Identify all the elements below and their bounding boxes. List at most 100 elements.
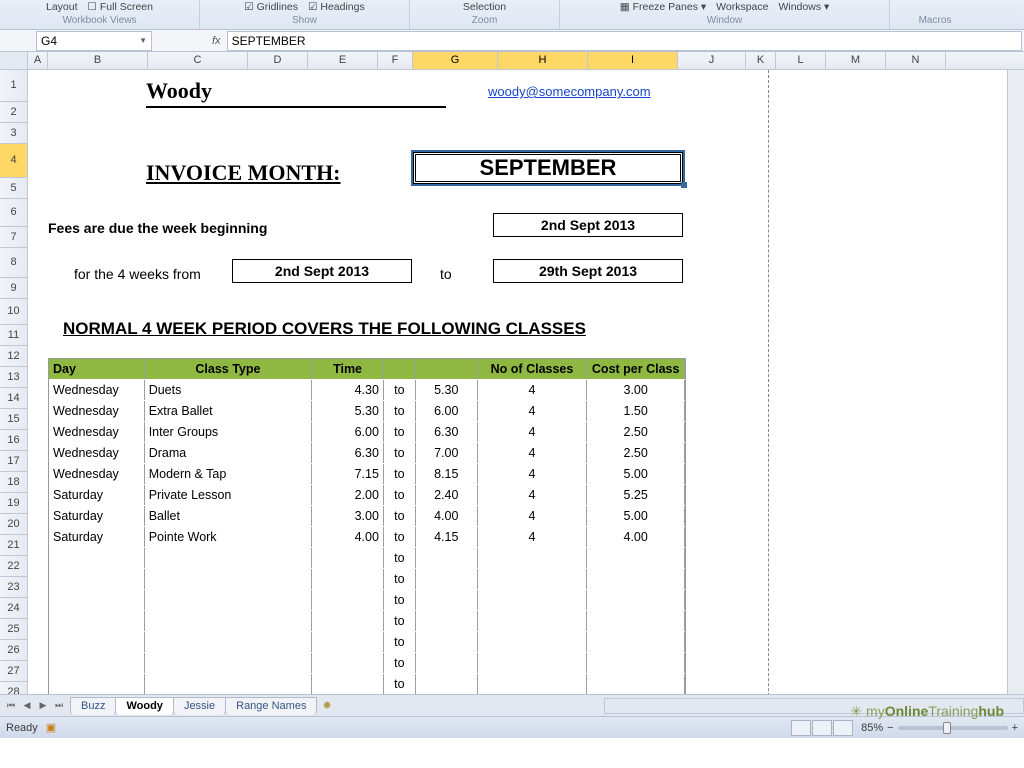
row-header[interactable]: 13 — [0, 367, 27, 388]
row-header[interactable]: 1 — [0, 70, 27, 102]
table-row[interactable]: to — [49, 589, 685, 610]
table-row[interactable]: to — [49, 652, 685, 673]
table-row[interactable]: WednesdayDuets4.30to5.3043.00 — [49, 379, 685, 400]
zoom-out-button[interactable]: − — [887, 722, 893, 734]
name-box[interactable]: G4▼ — [36, 31, 152, 51]
email-link[interactable]: woody@somecompany.com — [488, 84, 651, 99]
row-headers[interactable]: 1234567891011121314151617181920212223242… — [0, 70, 28, 716]
tab-last-icon[interactable]: ⏭ — [52, 700, 66, 711]
row-header[interactable]: 4 — [0, 144, 27, 178]
zoom-level[interactable]: 85% — [861, 722, 883, 734]
table-row[interactable]: WednesdayInter Groups6.00to6.3042.50 — [49, 421, 685, 442]
worksheet[interactable]: Woody woody@somecompany.com INVOICE MONT… — [28, 70, 1024, 716]
column-header[interactable]: G — [413, 52, 498, 69]
column-header[interactable]: M — [826, 52, 886, 69]
row-header[interactable]: 21 — [0, 535, 27, 556]
page-layout-view-button[interactable] — [812, 720, 832, 736]
vertical-scrollbar[interactable] — [1007, 70, 1024, 698]
table-row[interactable]: SaturdayPointe Work4.00to4.1544.00 — [49, 526, 685, 547]
column-header[interactable]: C — [148, 52, 248, 69]
row-header[interactable]: 12 — [0, 346, 27, 367]
row-header[interactable]: 23 — [0, 577, 27, 598]
column-header[interactable]: I — [588, 52, 678, 69]
column-header[interactable]: B — [48, 52, 148, 69]
zoom-in-button[interactable]: + — [1012, 722, 1018, 734]
chevron-down-icon[interactable]: ▼ — [139, 36, 147, 45]
new-sheet-icon[interactable]: ✸ — [322, 699, 331, 712]
sheet-tab[interactable]: Jessie — [173, 697, 226, 715]
to-date[interactable]: 29th Sept 2013 — [493, 259, 683, 283]
tab-first-icon[interactable]: ⏮ — [4, 700, 18, 711]
row-header[interactable]: 25 — [0, 619, 27, 640]
row-header[interactable]: 16 — [0, 430, 27, 451]
tab-prev-icon[interactable]: ◀ — [20, 700, 34, 711]
from-date[interactable]: 2nd Sept 2013 — [232, 259, 412, 283]
invoice-month-cell[interactable]: SEPTEMBER — [413, 152, 683, 184]
formula-input[interactable]: SEPTEMBER — [227, 31, 1022, 51]
column-header[interactable]: A — [28, 52, 48, 69]
row-header[interactable]: 3 — [0, 123, 27, 144]
headings-toggle[interactable]: ☑ Headings — [308, 1, 365, 13]
row-header[interactable]: 17 — [0, 451, 27, 472]
row-header[interactable]: 11 — [0, 325, 27, 346]
column-header[interactable]: F — [378, 52, 413, 69]
freeze-panes-button[interactable]: ▦ Freeze Panes ▾ — [620, 1, 706, 13]
zoom-control[interactable]: 85% − + — [861, 722, 1018, 734]
row-header[interactable]: 14 — [0, 388, 27, 409]
sheet-tab[interactable]: Woody — [115, 697, 173, 715]
table-row[interactable]: WednesdayDrama6.30to7.0042.50 — [49, 442, 685, 463]
normal-view-button[interactable] — [791, 720, 811, 736]
table-row[interactable]: to — [49, 631, 685, 652]
row-header[interactable]: 19 — [0, 493, 27, 514]
row-header[interactable]: 5 — [0, 178, 27, 199]
column-header[interactable]: H — [498, 52, 588, 69]
zoom-selection-button[interactable]: Selection — [463, 1, 506, 13]
spreadsheet-grid[interactable]: ABCDEFGHIJKLMN 1234567891011121314151617… — [0, 52, 1024, 716]
row-header[interactable]: 20 — [0, 514, 27, 535]
table-row[interactable]: to — [49, 568, 685, 589]
column-header[interactable]: E — [308, 52, 378, 69]
column-header[interactable]: K — [746, 52, 776, 69]
tab-nav[interactable]: ⏮ ◀ ▶ ⏭ — [0, 700, 70, 711]
page-break-view-button[interactable] — [833, 720, 853, 736]
fx-icon[interactable]: fx — [212, 35, 221, 47]
row-header[interactable]: 8 — [0, 248, 27, 278]
column-header[interactable]: N — [886, 52, 946, 69]
fees-due-date[interactable]: 2nd Sept 2013 — [493, 213, 683, 237]
record-macro-icon[interactable]: ▣ — [46, 721, 56, 734]
column-header[interactable]: L — [776, 52, 826, 69]
table-row[interactable]: to — [49, 673, 685, 694]
table-row[interactable]: to — [49, 610, 685, 631]
gridlines-toggle[interactable]: ☑ Gridlines — [244, 1, 298, 13]
row-header[interactable]: 27 — [0, 661, 27, 682]
table-row[interactable]: WednesdayExtra Ballet5.30to6.0041.50 — [49, 400, 685, 421]
row-header[interactable]: 22 — [0, 556, 27, 577]
classes-table[interactable]: DayClass TypeTimeNo of ClassesCost per C… — [48, 358, 686, 716]
fullscreen-button[interactable]: ☐ Full Screen — [88, 1, 153, 13]
sheet-tab[interactable]: Buzz — [70, 697, 116, 715]
switch-windows-button[interactable]: Windows ▾ — [778, 1, 829, 13]
zoom-slider[interactable] — [898, 726, 1008, 730]
row-header[interactable]: 2 — [0, 102, 27, 123]
column-headers[interactable]: ABCDEFGHIJKLMN — [0, 52, 1024, 70]
column-header[interactable]: J — [678, 52, 746, 69]
sheet-tab[interactable]: Range Names — [225, 697, 317, 715]
workspace-button[interactable]: Workspace — [716, 1, 768, 13]
row-header[interactable]: 10 — [0, 299, 27, 325]
row-header[interactable]: 6 — [0, 199, 27, 227]
table-row[interactable]: SaturdayPrivate Lesson2.00to2.4045.25 — [49, 484, 685, 505]
select-all-corner[interactable] — [0, 52, 28, 69]
row-header[interactable]: 18 — [0, 472, 27, 493]
layout-button[interactable]: Layout — [46, 1, 78, 13]
row-header[interactable]: 24 — [0, 598, 27, 619]
column-header[interactable]: D — [248, 52, 308, 69]
row-header[interactable]: 26 — [0, 640, 27, 661]
row-header[interactable]: 7 — [0, 227, 27, 248]
row-header[interactable]: 15 — [0, 409, 27, 430]
tab-next-icon[interactable]: ▶ — [36, 700, 50, 711]
table-row[interactable]: WednesdayModern & Tap7.15to8.1545.00 — [49, 463, 685, 484]
row-header[interactable]: 9 — [0, 278, 27, 299]
selection-fill-handle[interactable] — [681, 182, 687, 188]
table-row[interactable]: SaturdayBallet3.00to4.0045.00 — [49, 505, 685, 526]
table-row[interactable]: to — [49, 547, 685, 568]
